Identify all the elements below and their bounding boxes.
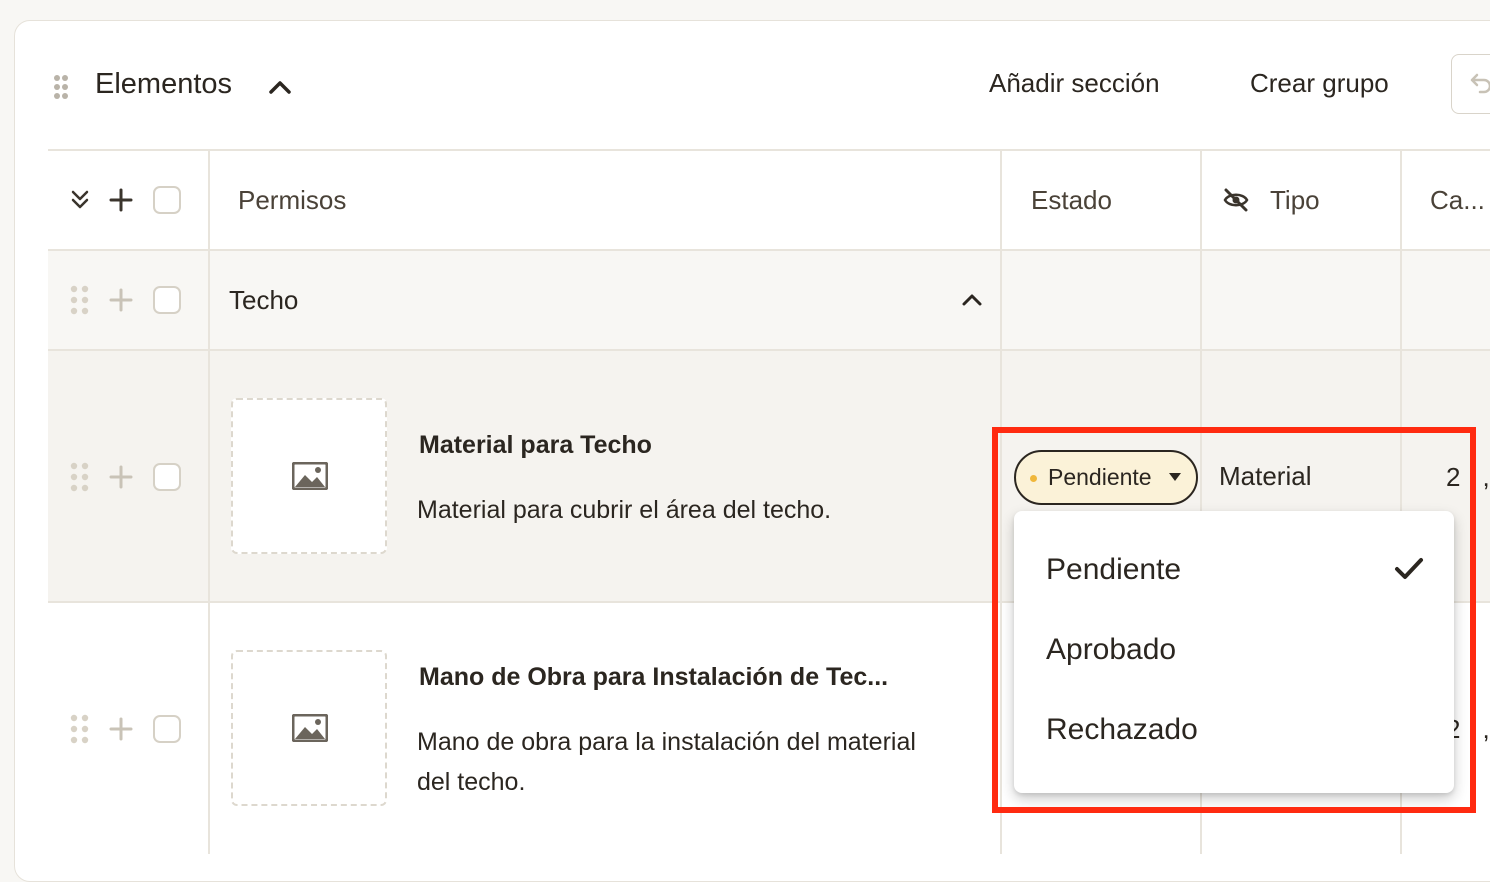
image-icon — [292, 714, 328, 742]
image-placeholder[interactable] — [231, 398, 387, 554]
undo-icon — [1470, 73, 1490, 94]
panel-title: Elementos — [95, 68, 233, 100]
image-placeholder[interactable] — [231, 650, 387, 806]
item-description: Material para cubrir el área del techo. — [417, 496, 832, 524]
status-dropdown-trigger[interactable]: Pendiente — [1014, 450, 1198, 505]
undo-button[interactable] — [1451, 54, 1490, 114]
drag-handle-icon[interactable] — [70, 285, 90, 317]
drag-handle-icon[interactable] — [53, 74, 69, 100]
item-cantidad-part: ,2 — [1482, 462, 1490, 492]
status-dot — [1030, 475, 1037, 482]
item-cantidad-part: ,2 — [1482, 714, 1490, 744]
item-title[interactable]: Mano de Obra para Instalación de Tec... — [419, 663, 888, 692]
column-header-permisos[interactable]: Permisos — [238, 185, 346, 216]
item-title[interactable]: Material para Techo — [419, 431, 652, 460]
create-group-button[interactable]: Crear grupo — [1250, 68, 1389, 99]
status-dropdown-menu: Pendiente Aprobado Rechazado — [1014, 511, 1454, 793]
item-description-cont: del techo. — [417, 768, 526, 796]
row-checkbox[interactable] — [153, 463, 181, 491]
section-checkbox[interactable] — [153, 286, 181, 314]
item-cantidad: 2,2 — [1446, 462, 1490, 493]
column-header-tipo[interactable]: Tipo — [1270, 185, 1320, 216]
item-description: Mano de obra para la instalación del mat… — [417, 728, 916, 756]
column-divider — [208, 251, 210, 601]
item-tipo: Material — [1219, 461, 1312, 491]
chevron-up-icon[interactable] — [268, 78, 292, 96]
status-option-aprobado[interactable]: Aprobado — [1046, 633, 1176, 667]
image-icon — [292, 462, 328, 490]
add-icon[interactable] — [109, 465, 133, 489]
select-all-checkbox[interactable] — [153, 186, 181, 214]
column-header-estado[interactable]: Estado — [1031, 185, 1112, 216]
chevron-up-icon[interactable] — [961, 292, 983, 308]
column-header-cantidad[interactable]: Ca... — [1430, 185, 1485, 216]
checkmark-icon — [1395, 558, 1423, 579]
collapse-all-icon[interactable] — [70, 189, 90, 211]
add-icon[interactable] — [109, 288, 133, 312]
table-top-border — [48, 149, 1490, 151]
column-divider — [1000, 251, 1002, 601]
row-checkbox[interactable] — [153, 715, 181, 743]
add-icon[interactable] — [109, 717, 133, 741]
drag-handle-icon[interactable] — [70, 714, 90, 746]
item-cantidad-part: 2 — [1446, 462, 1461, 492]
eye-off-icon[interactable] — [1222, 188, 1250, 212]
status-option-rechazado[interactable]: Rechazado — [1046, 713, 1198, 747]
status-label: Pendiente — [1048, 464, 1152, 490]
drag-handle-icon[interactable] — [70, 462, 90, 494]
caret-down-icon — [1169, 473, 1181, 481]
add-icon[interactable] — [109, 188, 133, 212]
add-section-button[interactable]: Añadir sección — [989, 68, 1160, 99]
section-name[interactable]: Techo — [229, 285, 298, 316]
status-option-pendiente[interactable]: Pendiente — [1046, 553, 1181, 587]
